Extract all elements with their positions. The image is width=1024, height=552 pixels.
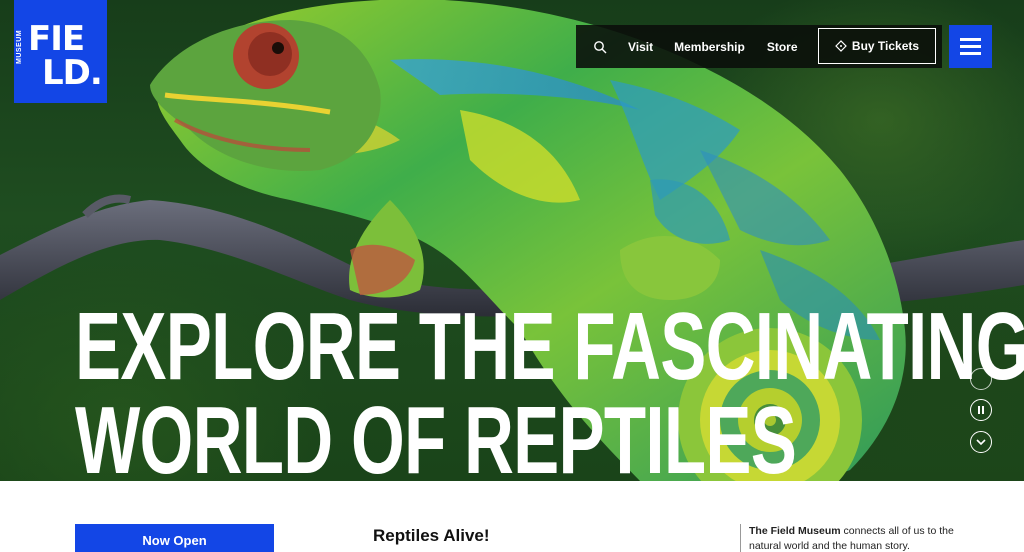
about-bold-text: The Field Museum <box>749 525 841 537</box>
search-icon <box>594 40 607 53</box>
main-menu-button[interactable] <box>949 25 992 68</box>
logo-text-bottom: LD. <box>42 53 103 93</box>
ticket-icon <box>835 40 847 52</box>
hero-headline: EXPLORE THE FASCINATING WORLD OF REPTILE… <box>75 293 1024 482</box>
section-title: Reptiles Alive! <box>373 526 490 545</box>
headline-line-2: WORLD OF REPTILES <box>75 387 797 482</box>
logo-text-top: FIE <box>28 19 85 59</box>
pause-button[interactable] <box>970 399 992 421</box>
now-open-button[interactable]: Now Open <box>75 524 274 552</box>
nav-link-visit[interactable]: Visit <box>628 40 653 54</box>
hamburger-line <box>960 45 981 48</box>
search-button[interactable] <box>590 37 610 57</box>
buy-tickets-button[interactable]: Buy Tickets <box>818 28 936 64</box>
nav-link-membership[interactable]: Membership <box>674 40 745 54</box>
pause-icon <box>978 406 984 414</box>
chevron-down-icon <box>976 439 986 446</box>
scroll-down-button[interactable] <box>970 431 992 453</box>
top-navigation: Visit Membership Store Buy Tickets <box>576 25 942 68</box>
buy-tickets-label: Buy Tickets <box>851 39 920 53</box>
logo-museum-text: MUSEUM <box>16 29 23 64</box>
slide-indicator-button[interactable] <box>970 368 992 390</box>
field-museum-logo[interactable]: FIE LD. MUSEUM <box>14 0 107 103</box>
about-text: The Field Museum connects all of us to t… <box>740 524 970 552</box>
nav-link-store[interactable]: Store <box>767 40 798 54</box>
hamburger-menu-icon <box>960 38 981 41</box>
hamburger-line <box>960 52 981 55</box>
headline-line-1: EXPLORE THE FASCINATING <box>75 293 1024 400</box>
hero-banner: EXPLORE THE FASCINATING WORLD OF REPTILE… <box>0 0 1024 481</box>
